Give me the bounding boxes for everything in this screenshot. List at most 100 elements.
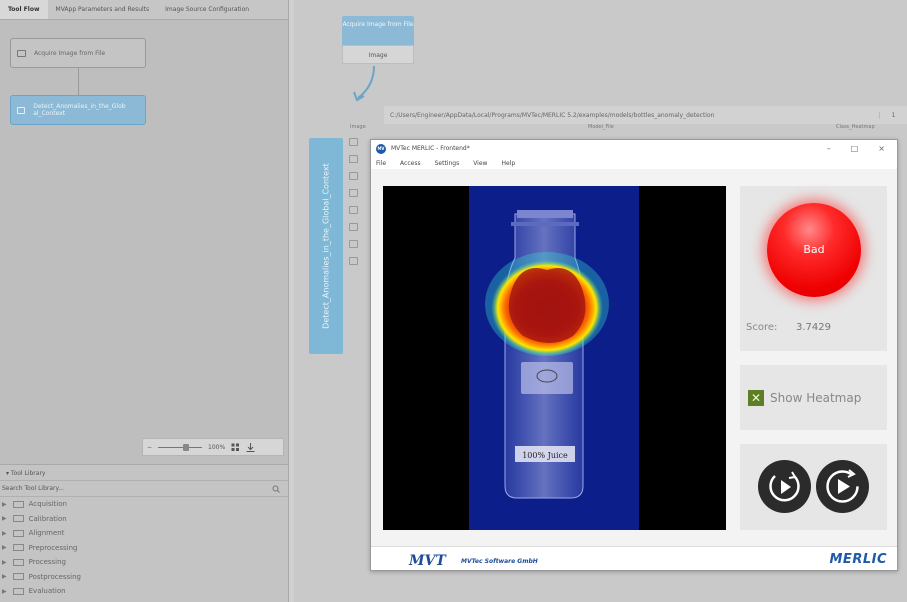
search-icon	[272, 485, 280, 493]
parameter-headers: Image Model_File Class_Heatmap	[348, 124, 907, 134]
menu-help[interactable]: Help	[501, 160, 515, 167]
folder-icon	[12, 587, 24, 595]
zoom-value: 100%	[208, 443, 226, 451]
model-file-path[interactable]: C:/Users/Engineer/AppData/Local/Programs…	[390, 112, 714, 119]
merlic-logo: MERLIC	[829, 552, 887, 567]
category-calibration[interactable]: ▶ Calibration	[0, 512, 288, 527]
tab-image-source-configuration[interactable]: Image Source Configuration	[157, 0, 257, 19]
parameter-stepper[interactable]: 1	[879, 111, 907, 119]
source-tool-output-port[interactable]: Image	[342, 45, 414, 64]
status-indicator: Bad	[767, 203, 861, 297]
list-icon[interactable]	[349, 240, 358, 248]
settings-icon[interactable]	[349, 138, 358, 146]
flow-node-acquire-image[interactable]: Acquire Image from File	[10, 38, 146, 68]
header-class-heatmap: Class_Heatmap	[836, 124, 875, 130]
merlic-app-icon: MV	[376, 143, 386, 154]
source-tool-title: Acquire Image from File	[342, 16, 414, 45]
continuous-run-icon	[826, 469, 859, 503]
expand-arrow-icon: ▶	[2, 529, 7, 537]
category-preprocessing[interactable]: ▶ Preprocessing	[0, 541, 288, 556]
close-button[interactable]: ×	[878, 144, 885, 153]
mvtec-logo: MVT	[409, 553, 446, 569]
pane-splitter[interactable]	[288, 0, 294, 602]
status-text: Bad	[803, 243, 825, 256]
single-run-icon	[769, 471, 800, 502]
image-display[interactable]: 100% Juice	[383, 186, 726, 530]
flow-connection-arrow	[353, 65, 375, 102]
camera-icon	[17, 49, 26, 57]
tab-tool-flow[interactable]: Tool Flow	[0, 0, 48, 19]
window-title: MVTec MERLIC - Frontend*	[391, 145, 470, 152]
bottle-heatmap-image: 100% Juice	[485, 210, 609, 499]
category-postprocessing[interactable]: ▶ Postprocessing	[0, 570, 288, 585]
expand-arrow-icon: ▶	[2, 573, 7, 581]
score-label: Score:	[746, 322, 778, 333]
detect-anomalies-tool[interactable]: Detect_Anomalies_in_the_Global_Context	[309, 138, 343, 354]
category-alignment[interactable]: ▶ Alignment	[0, 526, 288, 541]
category-evaluation[interactable]: ▶ Evaluation	[0, 584, 288, 599]
status-panel: Bad Score: 3.7429	[740, 186, 887, 351]
eye-icon[interactable]	[349, 257, 358, 265]
menu-access[interactable]: Access	[400, 160, 421, 167]
tool-library-title: ▾ Tool Library	[0, 465, 288, 481]
expand-arrow-icon: ▶	[2, 587, 7, 595]
copy-icon[interactable]	[349, 172, 358, 180]
flow-node-label: Detect_Anomalies_in_the_Glob al_Context	[33, 103, 126, 117]
tool-icon	[17, 106, 26, 114]
zoom-slider[interactable]	[158, 443, 203, 451]
header-image: Image	[350, 124, 366, 130]
minus-icon[interactable]	[349, 206, 358, 214]
company-name: MVTec Software GmbH	[461, 558, 538, 565]
flow-connector	[78, 68, 79, 95]
tab-mvapp-parameters[interactable]: MVApp Parameters and Results	[48, 0, 158, 19]
menu-view[interactable]: View	[473, 160, 487, 167]
frontend-body: 100% Juice Bad Score: 3.7429 ✕ Show Heat…	[371, 169, 897, 546]
expand-arrow-icon: ▶	[2, 500, 7, 508]
download-icon[interactable]	[246, 442, 255, 452]
frontend-footer: MVT MVTec Software GmbH MERLIC	[371, 546, 897, 570]
score-value: 3.7429	[796, 322, 831, 333]
tool-library-search-input[interactable]: Search Tool Library...	[0, 481, 288, 497]
show-heatmap-checkbox[interactable]: ✕	[748, 389, 764, 406]
tool-flow-canvas[interactable]: Acquire Image from File Detect_Anomalies…	[0, 20, 288, 462]
tool-flow-pane: Tool Flow MVApp Parameters and Results I…	[0, 0, 288, 602]
detect-anomalies-tool-label: Detect_Anomalies_in_the_Global_Context	[321, 163, 331, 329]
tool-side-strip	[345, 138, 363, 278]
menu-settings[interactable]: Settings	[435, 160, 460, 167]
folder-icon	[12, 515, 24, 523]
model-file-parameter[interactable]: C:/Users/Engineer/AppData/Local/Programs…	[384, 106, 907, 124]
continuous-run-button[interactable]	[816, 460, 869, 513]
expand-arrow-icon: ▶	[2, 515, 7, 523]
category-processing[interactable]: ▶ Processing	[0, 555, 288, 570]
folder-icon	[12, 573, 24, 581]
menu-file[interactable]: File	[376, 160, 386, 167]
category-acquisition[interactable]: ▶ Acquisition	[0, 497, 288, 512]
folder-icon	[12, 558, 24, 566]
menu-bar: File Access Settings View Help	[371, 157, 897, 169]
zoom-out-button[interactable]: −	[147, 444, 152, 451]
maximize-button[interactable]: □	[851, 144, 859, 153]
zoom-bar: − 100%	[142, 438, 284, 456]
flow-node-detect-anomalies[interactable]: Detect_Anomalies_in_the_Glob al_Context	[10, 95, 146, 125]
folder-icon	[12, 500, 24, 508]
minimize-button[interactable]: –	[827, 144, 831, 153]
expand-arrow-icon: ▶	[2, 558, 7, 566]
folder-icon	[12, 544, 24, 552]
designer-tabs: Tool Flow MVApp Parameters and Results I…	[0, 0, 288, 20]
heatmap-toggle-panel: ✕ Show Heatmap	[740, 365, 887, 430]
source-tool-node[interactable]: Acquire Image from File Image	[342, 16, 414, 64]
expand-arrow-icon: ▶	[2, 544, 7, 552]
zoom-slider-handle[interactable]	[183, 443, 190, 451]
show-heatmap-label[interactable]: Show Heatmap	[770, 391, 861, 405]
frontend-window: MV MVTec MERLIC - Frontend* – □ × File A…	[370, 139, 898, 571]
grid-icon[interactable]	[349, 223, 358, 231]
run-controls-panel	[740, 444, 887, 530]
single-run-button[interactable]	[758, 460, 811, 513]
bottle-label-text: 100% Juice	[522, 451, 568, 460]
layers-icon[interactable]	[349, 189, 358, 197]
info-icon[interactable]	[349, 155, 358, 163]
window-titlebar[interactable]: MV MVTec MERLIC - Frontend* – □ ×	[371, 140, 897, 157]
fit-to-view-icon[interactable]	[231, 443, 240, 452]
flow-node-label: Acquire Image from File	[34, 49, 106, 57]
folder-icon	[12, 529, 24, 537]
